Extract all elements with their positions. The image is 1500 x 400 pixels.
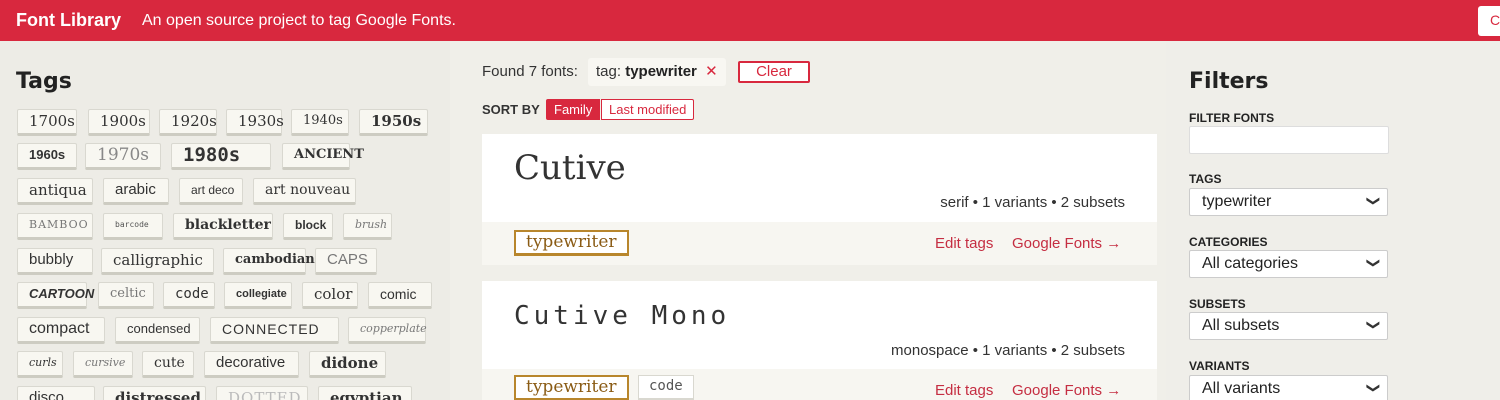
tag-art-deco[interactable]: art deco (179, 178, 243, 205)
sort-last-modified-button[interactable]: Last modified (601, 99, 695, 120)
tags-sidebar: Tags 1700s 1900s 1920s 1930s 1940s 1950s… (0, 41, 450, 400)
card-footer: typewriter code Edit tags Google Fonts → (482, 369, 1157, 400)
categories-select[interactable]: All categories ❯ (1189, 250, 1388, 278)
brand-logo[interactable]: Font Library (16, 10, 121, 31)
tag-1930s[interactable]: 1930s (226, 109, 284, 136)
tag-comic[interactable]: comic (368, 282, 432, 309)
tag-arabic[interactable]: arabic (103, 178, 169, 205)
active-tag-value: typewriter (625, 63, 697, 80)
tag-1900s[interactable]: 1900s (88, 109, 150, 136)
active-tag-prefix: tag: (596, 63, 622, 80)
font-card: Cutive Mono monospace • 1 variants • 2 s… (482, 281, 1157, 400)
tag-brush[interactable]: brush (343, 213, 392, 240)
tags-filter-label: TAGS (1189, 172, 1222, 186)
tag-distressed[interactable]: distressed (103, 386, 206, 400)
tag-1960s[interactable]: 1960s (17, 143, 77, 170)
font-name[interactable]: Cutive (514, 148, 626, 188)
tag-cursive[interactable]: cursive (73, 351, 133, 378)
tag-art-nouveau[interactable]: art nouveau (253, 178, 356, 205)
sidebar-title: Tags (16, 69, 72, 94)
card-tag[interactable]: typewriter (514, 230, 629, 256)
tag-calligraphic[interactable]: calligraphic (101, 248, 214, 275)
subsets-select-value: All subsets (1202, 317, 1280, 334)
tag-ancient[interactable]: ANCIENT (282, 143, 364, 170)
tag-decorative[interactable]: decorative (204, 351, 299, 378)
tag-collegiate[interactable]: collegiate (224, 282, 292, 309)
edit-tags-link[interactable]: Edit tags (935, 235, 993, 252)
chevron-down-icon: ❯ (1366, 382, 1382, 394)
tag-1940s[interactable]: 1940s (291, 109, 349, 136)
categories-select-value: All categories (1202, 255, 1299, 272)
subsets-filter-label: SUBSETS (1189, 297, 1246, 311)
sort-by-label: SORT BY (482, 102, 540, 117)
top-bar: Font Library An open source project to t… (0, 0, 1500, 41)
tag-caps[interactable]: CAPS (315, 248, 377, 275)
tag-cute[interactable]: cute (142, 351, 194, 378)
filter-fonts-input[interactable] (1189, 126, 1389, 154)
variants-filter-label: VARIANTS (1189, 359, 1250, 373)
tag-cambodian[interactable]: cambodian (223, 248, 315, 275)
tag-1980s[interactable]: 1980s (171, 143, 271, 170)
tag-bubbly[interactable]: bubbly (17, 248, 93, 275)
card-footer: typewriter Edit tags Google Fonts → (482, 222, 1157, 265)
filters-panel: Filters FILTER FONTS TAGS typewriter ❯ C… (1166, 41, 1500, 400)
tag-antiqua[interactable]: antiqua (17, 178, 93, 205)
tag-didone[interactable]: didone (309, 351, 386, 378)
variants-select-value: All variants (1202, 380, 1281, 397)
tag-code[interactable]: code (163, 282, 215, 309)
filter-fonts-label: FILTER FONTS (1189, 111, 1275, 125)
results-count: Found 7 fonts: (482, 63, 578, 80)
remove-tag-icon[interactable]: ✕ (705, 63, 718, 80)
tagline: An open source project to tag Google Fon… (142, 12, 456, 29)
tag-1920s[interactable]: 1920s (159, 109, 217, 136)
chevron-down-icon: ❯ (1366, 319, 1382, 331)
tag-curls[interactable]: curls (17, 351, 63, 378)
active-tag-filter: tag: typewriter ✕ (588, 58, 726, 86)
tag-block[interactable]: block (283, 213, 333, 240)
tag-dotted[interactable]: DOTTED (216, 386, 308, 400)
chevron-down-icon: ❯ (1366, 257, 1382, 269)
results-panel: Found 7 fonts: tag: typewriter ✕ Clear S… (450, 41, 1166, 400)
categories-filter-label: CATEGORIES (1189, 235, 1268, 249)
tag-bamboo[interactable]: BAMBOO (17, 213, 93, 240)
variants-select[interactable]: All variants ❯ (1189, 375, 1388, 400)
card-tag[interactable]: typewriter (514, 375, 629, 400)
font-meta: monospace • 1 variants • 2 subsets (891, 342, 1125, 359)
clear-button[interactable]: Clear (738, 61, 810, 83)
font-name[interactable]: Cutive Mono (514, 301, 730, 331)
tags-select[interactable]: typewriter ❯ (1189, 188, 1388, 216)
edit-tags-link[interactable]: Edit tags (935, 382, 993, 399)
chevron-down-icon: ❯ (1366, 195, 1382, 207)
subsets-select[interactable]: All subsets ❯ (1189, 312, 1388, 340)
tags-select-value: typewriter (1202, 193, 1272, 210)
google-fonts-link[interactable]: Google Fonts → (1012, 235, 1121, 252)
tag-compact[interactable]: compact (17, 317, 105, 344)
tag-condensed[interactable]: condensed (115, 317, 200, 344)
tag-1700s[interactable]: 1700s (17, 109, 77, 136)
tag-1950s[interactable]: 1950s (359, 109, 428, 136)
filters-title: Filters (1189, 69, 1269, 94)
tag-connected[interactable]: CONNECTED (210, 317, 339, 344)
tag-blackletter[interactable]: blackletter (173, 213, 273, 240)
tag-1970s[interactable]: 1970s (85, 143, 161, 170)
tag-color[interactable]: color (302, 282, 358, 309)
tag-copperplate[interactable]: copperplate (348, 317, 427, 344)
font-card: Cutive serif • 1 variants • 2 subsets ty… (482, 134, 1157, 265)
card-tag[interactable]: code (638, 375, 694, 400)
tag-barcode[interactable]: barcode (103, 213, 163, 240)
font-meta: serif • 1 variants • 2 subsets (940, 194, 1125, 211)
tag-cartoon[interactable]: CARTOON (17, 282, 94, 309)
tag-egyptian[interactable]: egyptian (318, 386, 412, 400)
tag-celtic[interactable]: celtic (98, 282, 154, 309)
google-fonts-link[interactable]: Google Fonts → (1012, 382, 1121, 399)
tag-disco[interactable]: disco (17, 386, 95, 400)
header-action-button[interactable]: C (1478, 6, 1500, 36)
sort-family-button[interactable]: Family (546, 99, 601, 120)
